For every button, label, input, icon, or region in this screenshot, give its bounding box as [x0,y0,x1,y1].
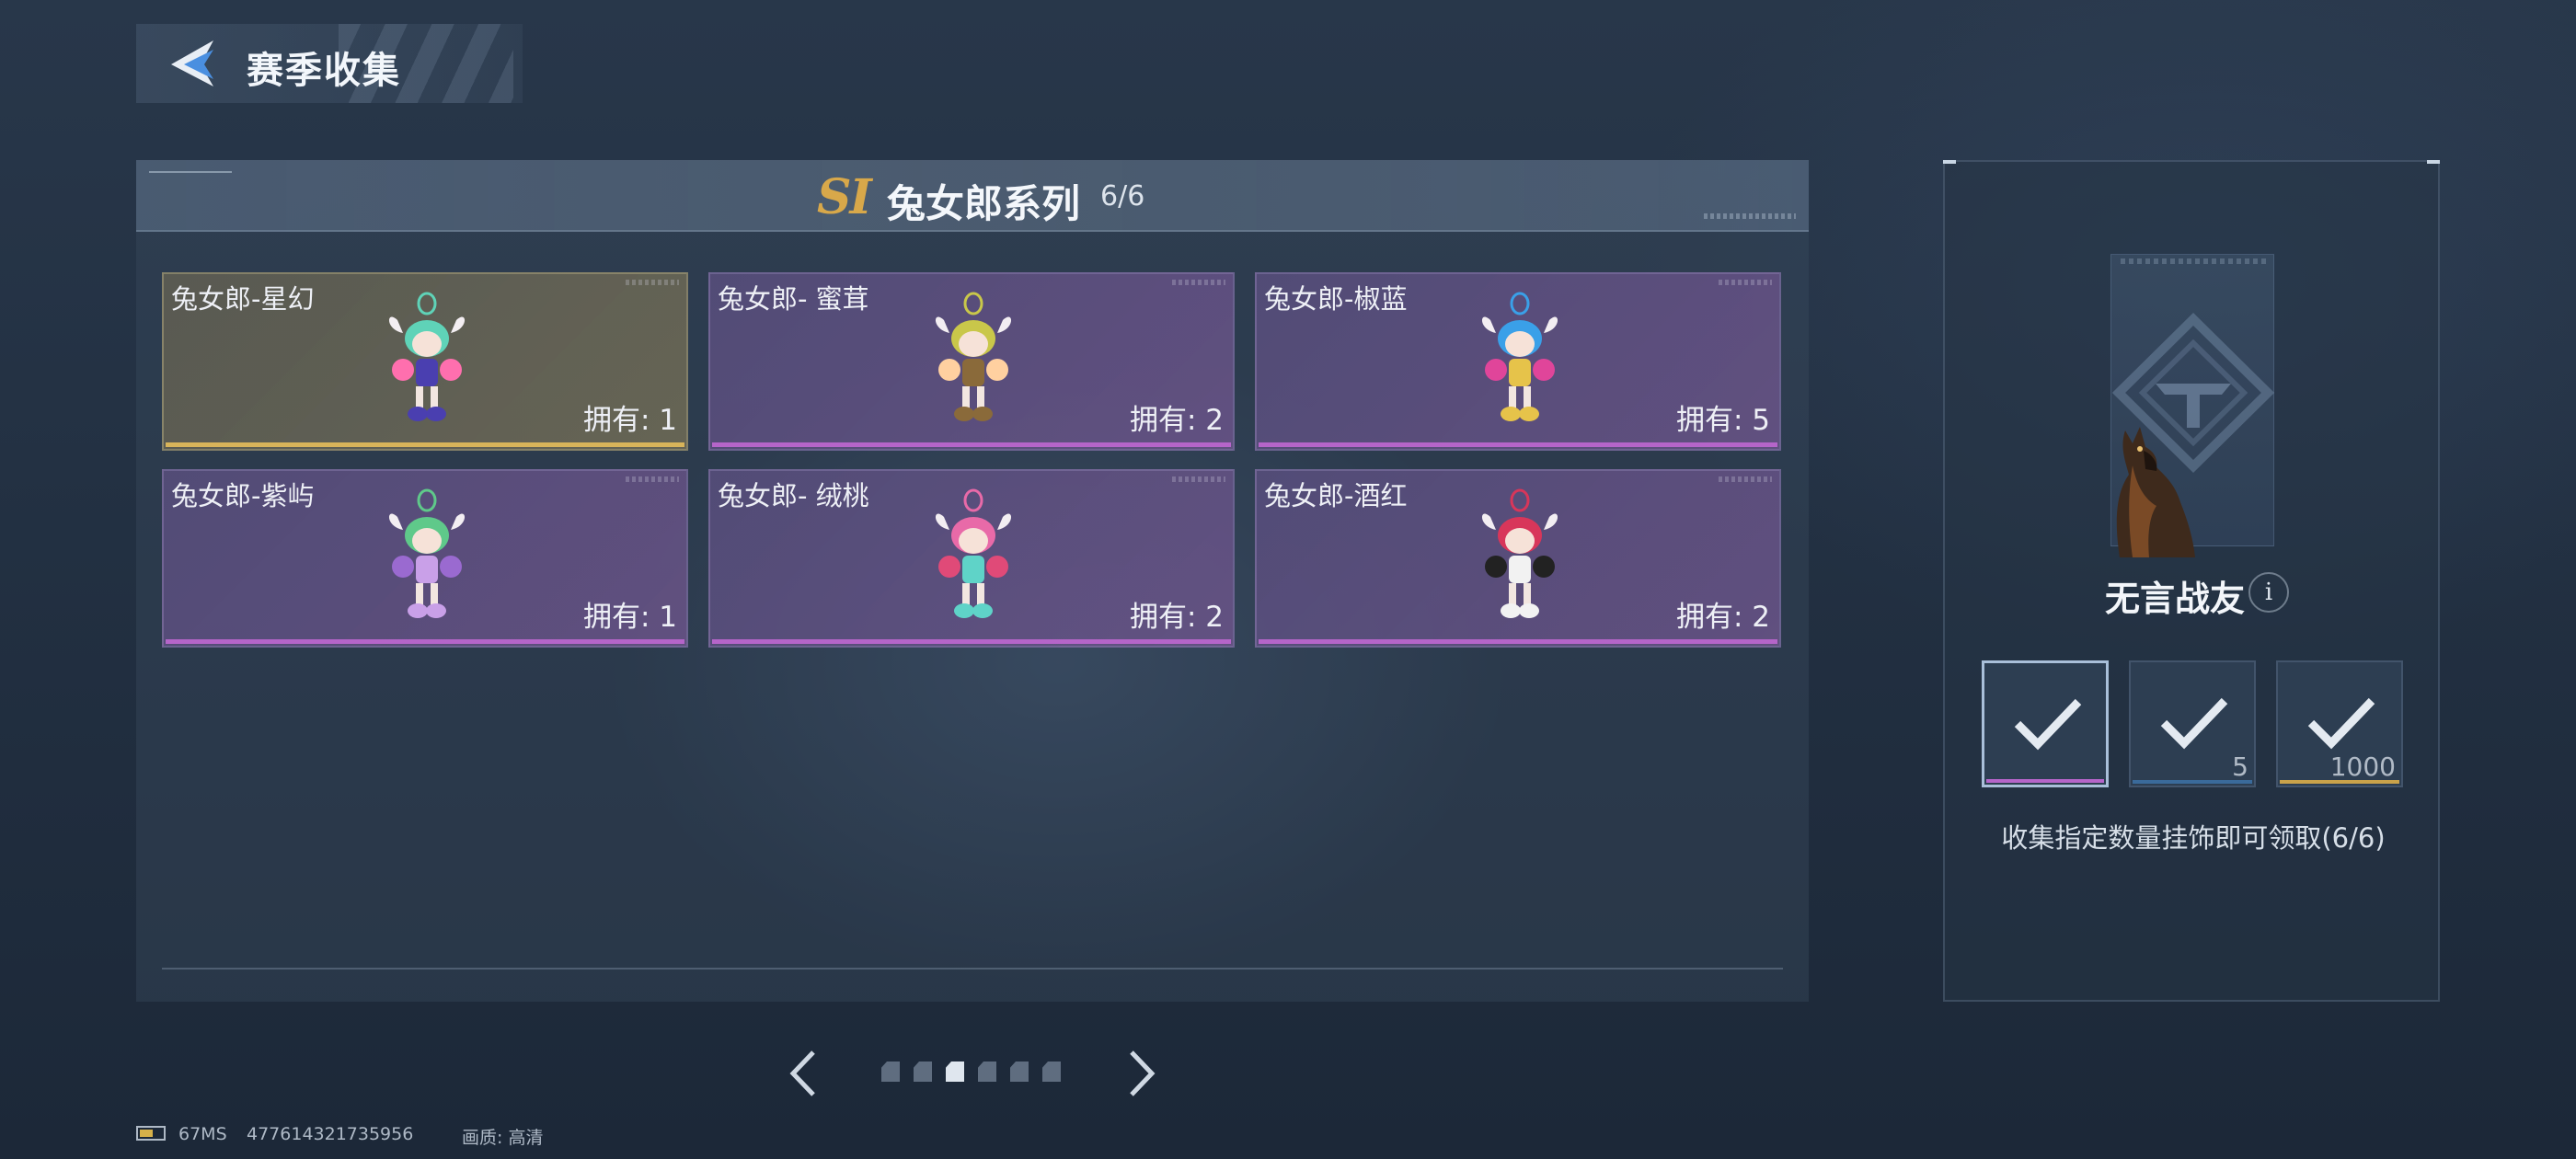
collection-card[interactable]: 兔女郎-椒蓝拥有: 5 [1255,272,1781,451]
card-name: 兔女郎- 蜜茸 [718,283,869,315]
rarity-bar [1259,639,1777,644]
next-page-button[interactable] [1124,1047,1161,1100]
owned-count: 拥有: 2 [1129,601,1224,634]
card-corner-deco [1719,280,1772,285]
reward-slot[interactable]: 5 [2129,660,2256,787]
page-header: 赛季收集 [136,24,523,103]
page-dot[interactable] [914,1061,932,1082]
bunny-charm-icon [935,292,1012,421]
panel-divider [162,968,1783,970]
card-name: 兔女郎- 绒桃 [718,480,869,511]
owned-count: 拥有: 1 [582,404,677,437]
page-title: 赛季收集 [247,50,401,92]
card-name: 兔女郎-酒红 [1264,480,1408,511]
chevron-left-icon [789,1050,815,1096]
slot-rarity-bar [2280,780,2399,784]
bunny-charm-icon [388,488,466,618]
reward-title: 无言战友 [2104,579,2245,619]
owned-count: 拥有: 2 [1675,601,1770,634]
rarity-bar [166,639,684,644]
card-name: 兔女郎-椒蓝 [1264,283,1408,315]
owned-count: 拥有: 2 [1129,404,1224,437]
reward-slot[interactable]: 1000 [2276,660,2403,787]
chevron-right-icon [1130,1050,1156,1096]
collection-card[interactable]: 兔女郎- 蜜茸拥有: 2 [708,272,1235,451]
rarity-bar [712,639,1231,644]
bunny-charm-icon [388,292,466,421]
card-corner-deco [626,280,679,285]
corner-mark [2427,160,2440,164]
card-corner-deco [626,476,679,482]
check-icon [2160,697,2228,750]
collection-card[interactable]: 兔女郎-星幻拥有: 1 [162,272,688,451]
header-deco-line [149,171,232,173]
slot-rarity-bar [2133,780,2252,784]
owned-count: 拥有: 5 [1675,404,1770,437]
series-count: 6/6 [1100,180,1145,212]
slot-quantity: 5 [2232,752,2248,782]
season-badge: SI [817,169,872,225]
card-corner-deco [1719,476,1772,482]
series-title: 兔女郎系列 [887,181,1081,226]
quality-setting: 画质: 高清 [462,1128,544,1148]
page-dot[interactable] [1010,1061,1029,1082]
check-icon [2014,698,2082,751]
slot-quantity: 1000 [2329,752,2396,782]
header-deco-dots [1704,213,1796,219]
reward-description: 收集指定数量挂饰即可领取(6/6) [2001,822,2386,854]
collection-card[interactable]: 兔女郎-酒红拥有: 2 [1255,469,1781,648]
bunny-charm-icon [935,488,1012,618]
bunny-charm-icon [1481,292,1558,421]
user-id: 477614321735956 [247,1124,414,1144]
reward-panel: 无言战友 i 5 1000 收集指定数量挂饰即可领取(6/6) [1943,160,2440,1002]
collection-card[interactable]: 兔女郎-紫屿拥有: 1 [162,469,688,648]
battery-icon [136,1126,166,1141]
check-icon [2307,697,2375,750]
back-button[interactable] [164,37,219,90]
page-dot[interactable] [978,1061,996,1082]
page-dot[interactable] [881,1061,900,1082]
page-dot[interactable] [946,1061,964,1082]
collection-panel: SI 兔女郎系列 6/6 兔女郎-星幻 拥有: 1 兔女郎- 蜜茸 拥有: 2 兔女郎-… [136,160,1809,1002]
rarity-bar [166,442,684,447]
ping-readout: 67MS [178,1124,227,1144]
rarity-bar [1259,442,1777,447]
card-corner-deco [1172,476,1225,482]
series-header: SI 兔女郎系列 6/6 [136,160,1809,232]
card-name: 兔女郎-星幻 [171,283,315,315]
back-arrow-icon [171,40,213,86]
owned-count: 拥有: 1 [582,601,677,634]
page-dot[interactable] [1042,1061,1061,1082]
collection-card[interactable]: 兔女郎- 绒桃拥有: 2 [708,469,1235,648]
bunny-charm-icon [1481,488,1558,618]
slot-rarity-bar [1986,779,2104,783]
card-corner-deco [1172,280,1225,285]
prev-page-button[interactable] [784,1047,821,1100]
card-name: 兔女郎-紫屿 [171,480,315,511]
reward-slot[interactable] [1982,660,2109,787]
dog-companion-icon [2116,427,2195,557]
corner-mark [1943,160,1956,164]
info-button[interactable]: i [2248,572,2289,613]
rarity-bar [712,442,1231,447]
